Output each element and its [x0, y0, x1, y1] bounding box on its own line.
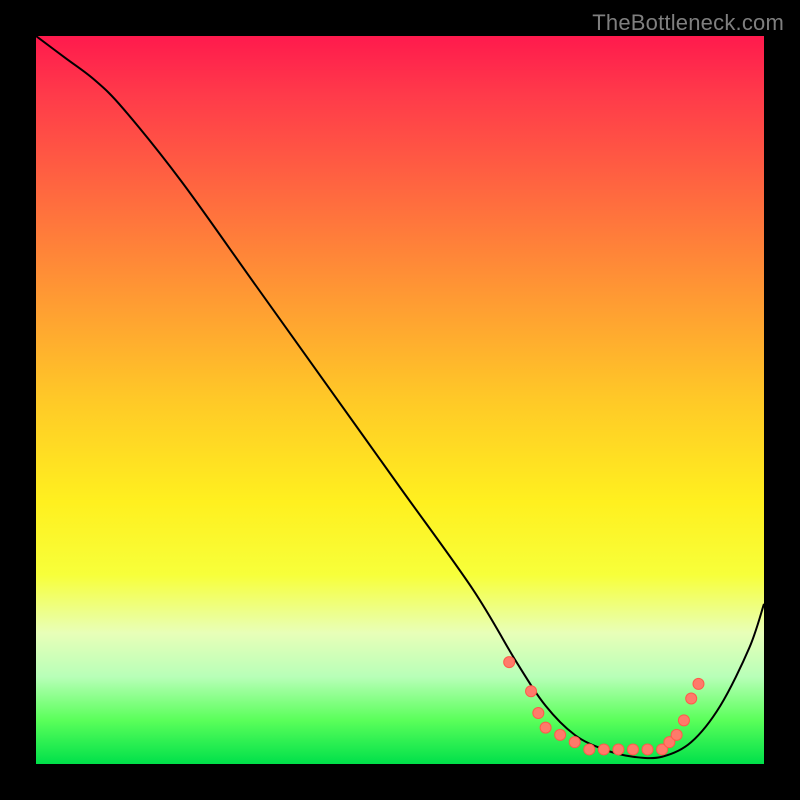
chart-stage: TheBottleneck.com [0, 0, 800, 800]
gradient-background [36, 36, 764, 764]
watermark-label: TheBottleneck.com [592, 10, 784, 36]
